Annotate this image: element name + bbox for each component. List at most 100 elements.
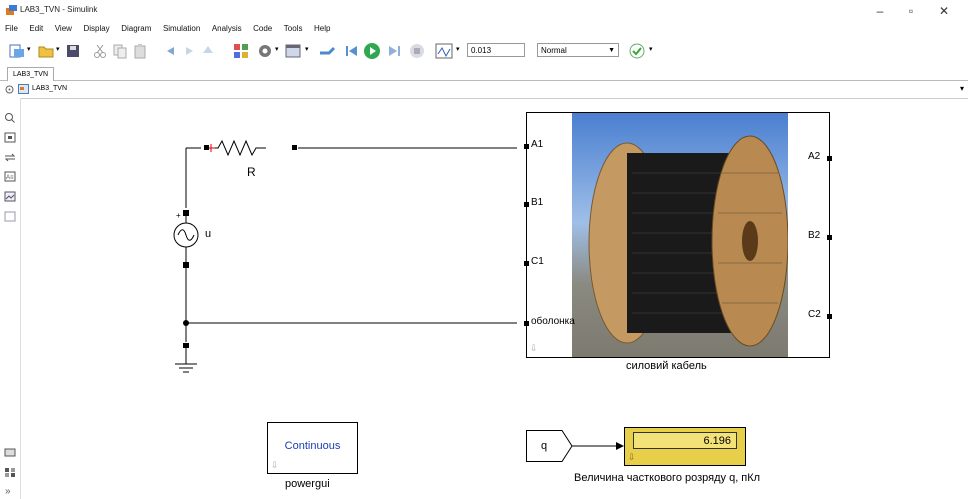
- hide-browser-icon[interactable]: [4, 84, 15, 95]
- display-arrow-icon: ⇩: [628, 452, 636, 462]
- menu-help[interactable]: Help: [314, 24, 330, 33]
- cable-port-a1: [524, 144, 529, 149]
- resistor-port-left: [204, 145, 209, 150]
- cable-reel-image: [572, 113, 788, 357]
- resistor-label: R: [247, 165, 256, 179]
- voltage-source-label: u: [205, 228, 212, 240]
- cable-block-name: силовий кабель: [626, 360, 707, 372]
- cable-port-c2: [827, 314, 832, 319]
- resistor-port-right: [292, 145, 297, 150]
- cable-port-label-c1: C1: [531, 256, 544, 267]
- diagram-canvas[interactable]: + R u A1 B1 C1 оболонка A2 B2 C2 ⇩ силов…: [21, 98, 968, 499]
- step-forward-icon[interactable]: [385, 42, 403, 60]
- cut-icon[interactable]: [92, 42, 108, 60]
- cable-port-sheath: [524, 321, 529, 326]
- display-block[interactable]: 6.196 ⇩: [624, 427, 746, 466]
- cable-port-label-c2: C2: [808, 309, 821, 320]
- window-title: LAB3_TVN - Simulink: [20, 5, 98, 14]
- model-browser-icon[interactable]: [4, 447, 16, 458]
- fit-to-view-icon[interactable]: [4, 132, 16, 143]
- explorer-dropdown-icon[interactable]: ▾: [305, 45, 309, 53]
- tool-palette: A≡ »: [0, 98, 21, 499]
- simulation-mode-select[interactable]: Normal ▼: [537, 43, 619, 57]
- menu-view[interactable]: View: [55, 24, 72, 33]
- title-bar: LAB3_TVN - Simulink – ▫ ✕: [0, 0, 968, 22]
- goto-q-block[interactable]: [526, 430, 574, 462]
- settings-dropdown-icon[interactable]: ▾: [275, 45, 279, 53]
- cable-port-a2: [827, 156, 832, 161]
- simulink-icon: [6, 5, 17, 15]
- model-tab-row: [0, 66, 968, 81]
- stop-time-input[interactable]: 0.013: [467, 43, 525, 57]
- open-dropdown-icon[interactable]: ▾: [56, 45, 60, 53]
- zoom-icon[interactable]: [4, 112, 16, 123]
- menu-edit[interactable]: Edit: [29, 24, 43, 33]
- scope-dropdown-icon[interactable]: ▾: [456, 45, 460, 53]
- menu-code[interactable]: Code: [253, 24, 272, 33]
- subsystem-arrow-icon: ⇩: [530, 343, 538, 353]
- expand-palette-icon[interactable]: »: [5, 486, 11, 497]
- breadcrumb-label: LAB3_TVN: [32, 85, 68, 92]
- minimize-button[interactable]: –: [866, 2, 894, 20]
- up-arrow-icon[interactable]: [200, 42, 216, 60]
- menu-display[interactable]: Display: [83, 24, 109, 33]
- cable-port-b1: [524, 202, 529, 207]
- model-advisor-check-icon[interactable]: [628, 42, 646, 60]
- tab-model[interactable]: LAB3_TVN: [7, 67, 55, 81]
- annotation-icon[interactable]: A≡: [4, 171, 16, 182]
- run-icon[interactable]: [363, 42, 381, 60]
- new-model-icon[interactable]: [8, 42, 26, 60]
- cable-port-label-b2: B2: [808, 230, 821, 241]
- save-icon[interactable]: [64, 42, 82, 60]
- paste-icon[interactable]: [132, 42, 148, 60]
- menu-bar: File Edit View Display Diagram Simulatio…: [0, 23, 968, 36]
- cable-port-c1: [524, 261, 529, 266]
- simulation-mode-value: Normal: [541, 46, 567, 55]
- power-cable-block[interactable]: A1 B1 C1 оболонка A2 B2 C2 ⇩: [524, 112, 832, 358]
- cable-port-label-sheath: оболонка: [531, 316, 575, 327]
- cable-port-label-a2: A2: [808, 151, 821, 162]
- new-dropdown-icon[interactable]: ▾: [27, 45, 31, 53]
- stop-icon[interactable]: [408, 42, 426, 60]
- powergui-arrow-icon: ⇩: [271, 460, 279, 470]
- menu-tools[interactable]: Tools: [284, 24, 303, 33]
- route-lines-icon[interactable]: [4, 152, 16, 163]
- maximize-button[interactable]: ▫: [897, 2, 925, 20]
- svg-text:+: +: [176, 211, 181, 220]
- powergui-mode-text: Continuous: [284, 440, 341, 452]
- breadcrumb[interactable]: LAB3_TVN: [18, 83, 67, 95]
- address-bar: [0, 81, 968, 99]
- model-icon: [18, 84, 29, 94]
- cable-port-b2: [827, 235, 832, 240]
- cable-port-label-b1: B1: [531, 197, 544, 208]
- back-arrow-icon[interactable]: [162, 42, 178, 60]
- cable-port-label-a1: A1: [531, 139, 544, 150]
- powergui-block-name: powergui: [285, 478, 330, 490]
- powergui-block[interactable]: Continuous ⇩: [267, 422, 358, 474]
- cable-reel-drawing: [588, 135, 788, 347]
- menu-simulation[interactable]: Simulation: [163, 24, 200, 33]
- close-button[interactable]: ✕: [930, 2, 958, 20]
- menu-diagram[interactable]: Diagram: [121, 24, 151, 33]
- copy-icon[interactable]: [112, 42, 128, 60]
- model-explorer-icon[interactable]: [284, 42, 302, 60]
- advisor-dropdown-icon[interactable]: ▾: [649, 45, 653, 53]
- property-inspector-icon[interactable]: [4, 467, 16, 478]
- display-block-name: Величина часткового розряду q, пКл: [574, 472, 761, 484]
- display-value: 6.196: [633, 432, 737, 449]
- step-back-icon[interactable]: [343, 42, 361, 60]
- address-dropdown-icon[interactable]: ▾: [960, 84, 964, 93]
- data-inspector-icon[interactable]: [318, 42, 338, 60]
- open-folder-icon[interactable]: [37, 42, 55, 60]
- image-icon[interactable]: [4, 191, 16, 202]
- area-icon[interactable]: [4, 211, 16, 222]
- menu-file[interactable]: File: [5, 24, 18, 33]
- scope-icon[interactable]: [434, 42, 454, 60]
- chevron-down-icon: ▼: [608, 47, 615, 54]
- library-browser-icon[interactable]: [232, 42, 250, 60]
- goto-q-text: q: [541, 440, 548, 452]
- forward-arrow-icon[interactable]: [182, 42, 198, 60]
- menu-analysis[interactable]: Analysis: [212, 24, 242, 33]
- settings-gear-icon[interactable]: [256, 42, 274, 60]
- svg-text:A≡: A≡: [6, 175, 14, 181]
